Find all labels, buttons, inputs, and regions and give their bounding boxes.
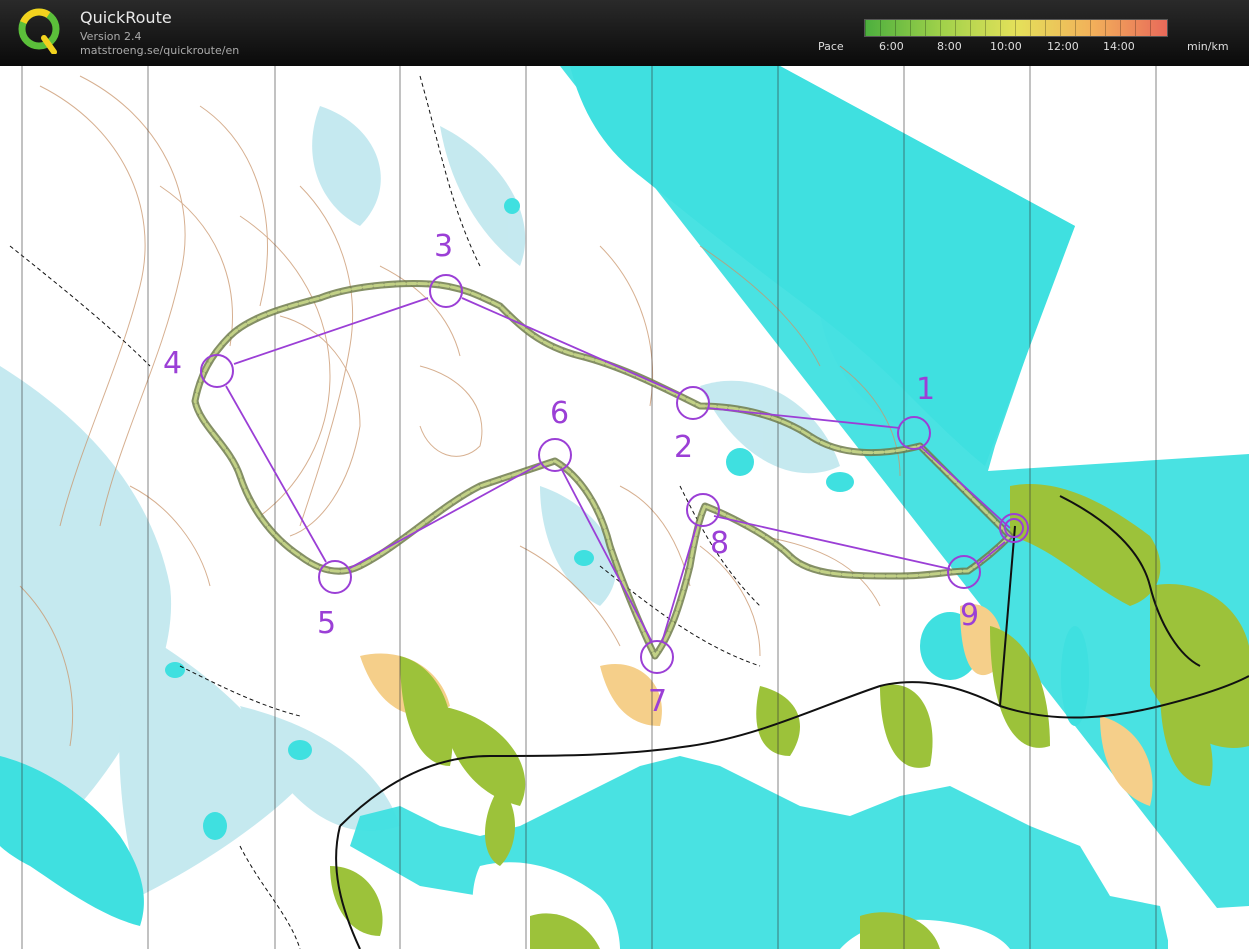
control-number-9: 9 (960, 598, 980, 633)
control-number-7: 7 (648, 684, 668, 719)
control-5-circle (318, 560, 352, 594)
pace-unit: min/km (1187, 40, 1229, 53)
pace-tick: 14:00 (1103, 40, 1135, 53)
orienteering-map[interactable]: 1 2 3 4 5 6 7 8 9 (0, 66, 1249, 949)
pace-color-scale (864, 19, 1168, 37)
control-number-2: 2 (674, 430, 694, 465)
pace-tick: 10:00 (990, 40, 1022, 53)
control-number-6: 6 (550, 396, 570, 431)
app-header: QuickRoute Version 2.4 matstroeng.se/qui… (0, 0, 1249, 66)
control-number-4: 4 (163, 346, 183, 381)
app-version: Version 2.4 (80, 30, 142, 43)
pace-tick: 6:00 (879, 40, 904, 53)
control-number-8: 8 (710, 526, 730, 561)
app-url[interactable]: matstroeng.se/quickroute/en (80, 44, 239, 57)
pace-tick: 12:00 (1047, 40, 1079, 53)
control-number-5: 5 (317, 606, 337, 641)
pace-tick: 8:00 (937, 40, 962, 53)
control-6-circle (538, 438, 572, 472)
quickroute-logo-icon (18, 8, 60, 54)
control-number-1: 1 (916, 372, 936, 407)
map-canvas (0, 66, 1249, 949)
pace-label: Pace (818, 40, 844, 53)
app-title: QuickRoute (80, 8, 172, 27)
control-number-3: 3 (434, 229, 454, 264)
